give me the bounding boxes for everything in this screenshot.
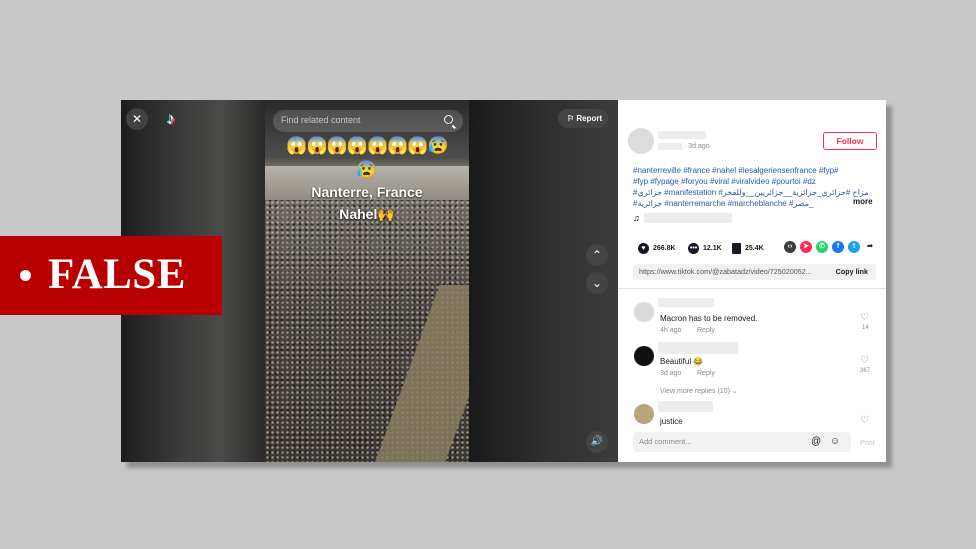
report-button[interactable]: ⚐ Report xyxy=(558,109,608,128)
more-link[interactable]: more xyxy=(853,197,873,206)
view-more-replies-link[interactable]: View more replies (10) ⌄ xyxy=(660,387,738,395)
search-placeholder: Find related content xyxy=(281,115,361,125)
reply-button[interactable]: Reply xyxy=(697,327,715,334)
volume-icon: 🔊 xyxy=(590,436,604,447)
comment-stat[interactable]: ••• 12.1K xyxy=(688,243,722,254)
comment-heart-icon[interactable]: ♡ xyxy=(860,355,869,366)
report-label: Report xyxy=(576,114,603,123)
emoji-icon[interactable]: ☺ xyxy=(830,432,840,452)
comment-author-redacted[interactable] xyxy=(658,342,738,354)
author-name-redacted[interactable] xyxy=(658,131,706,139)
bookmark-icon xyxy=(732,243,741,254)
comment-icon: ••• xyxy=(688,243,699,254)
reply-button[interactable]: Reply xyxy=(697,370,715,377)
false-label: FALSE xyxy=(48,251,186,298)
like-stat[interactable]: ♥ 266.8K xyxy=(638,243,676,254)
video-link-field[interactable]: https://www.tiktok.com/@zabatadz/video/7… xyxy=(633,264,876,280)
author-handle-redacted xyxy=(658,143,682,150)
comment-avatar[interactable] xyxy=(634,404,654,424)
hashtags-line-4[interactable]: #جزائرية #nanterremarche #marcheblanche … xyxy=(633,198,848,209)
author-avatar[interactable] xyxy=(628,128,654,154)
video-link: https://www.tiktok.com/@zabatadz/video/7… xyxy=(639,267,812,276)
comment-placeholder: Add comment... xyxy=(639,437,692,446)
comment-time: 3d ago xyxy=(660,370,682,377)
details-panel: · 3d ago Follow #nanterreville #france #… xyxy=(618,100,886,462)
comment-avatar[interactable] xyxy=(634,302,654,322)
heart-icon: ♥ xyxy=(638,243,649,254)
comment-time: 4h ago xyxy=(660,327,682,334)
search-input[interactable]: Find related content xyxy=(273,110,463,132)
twitter-icon[interactable]: t xyxy=(848,241,860,253)
hashtags-line-1[interactable]: #nanterreville #france #nahel #lesalgeri… xyxy=(633,165,873,176)
post-button[interactable]: Post xyxy=(860,438,875,447)
comment-input[interactable]: Add comment... @ ☺ xyxy=(633,432,851,452)
copy-link-button[interactable]: Copy link xyxy=(836,264,868,280)
next-video-button[interactable]: ⌄ xyxy=(586,272,608,294)
chevron-down-icon: ⌄ xyxy=(591,276,603,290)
send-icon[interactable]: ➤ xyxy=(800,241,812,253)
embed-icon[interactable]: ‹› xyxy=(784,241,796,253)
comment-like-count: 367 xyxy=(860,368,871,374)
facebook-icon[interactable]: f xyxy=(832,241,844,253)
search-icon[interactable] xyxy=(444,115,453,124)
save-count: 25.4K xyxy=(745,245,764,252)
video-emoji-overlay-2: 😰 xyxy=(356,160,378,179)
video-caption-location: Nanterre, France xyxy=(311,184,423,200)
mention-icon[interactable]: @ xyxy=(811,432,821,452)
sound-name-redacted[interactable] xyxy=(644,213,732,223)
save-stat[interactable]: 25.4K xyxy=(732,243,764,254)
volume-button[interactable]: 🔊 xyxy=(586,431,608,453)
share-arrow-icon[interactable]: ➦ xyxy=(864,241,876,253)
flag-icon: ⚐ xyxy=(567,114,575,123)
tiktok-logo-icon[interactable]: ♪ xyxy=(160,109,182,131)
video-emoji-overlay: 😱😱😱😱😱😱😱😰 xyxy=(286,136,448,155)
comment-author-redacted[interactable] xyxy=(658,401,713,412)
hashtags-line-2[interactable]: #fyp #fypage #foryou #viral #viralvideo … xyxy=(633,176,873,187)
comment-heart-icon[interactable]: ♡ xyxy=(860,415,869,426)
like-count: 266.8K xyxy=(653,245,676,252)
fact-check-false-stamp: FALSE xyxy=(0,236,222,315)
whatsapp-icon[interactable]: ✆ xyxy=(816,241,828,253)
comment-heart-icon[interactable]: ♡ xyxy=(860,312,869,323)
hashtags-line-3[interactable]: #جزائري #manifestation #مزاح #جزائري_جزا… xyxy=(633,187,873,198)
video-caption-name: Nahel🙌 xyxy=(339,206,395,222)
tiktok-screenshot: 😱😱😱😱😱😱😱😰 😰 Nanterre, France Nahel🙌 Find … xyxy=(121,100,886,462)
music-note-icon: ♫ xyxy=(633,213,640,223)
close-icon: ✕ xyxy=(131,112,143,126)
comment-text: Beautiful 😂 xyxy=(660,357,704,366)
comment-avatar[interactable] xyxy=(634,346,654,366)
comment-count: 12.1K xyxy=(703,245,722,252)
comment-like-count: 14 xyxy=(862,325,869,331)
follow-button[interactable]: Follow xyxy=(823,132,877,150)
comment-author-redacted[interactable] xyxy=(658,298,714,307)
post-time: · 3d ago xyxy=(684,143,710,150)
comment-text: justice xyxy=(660,417,683,426)
comment-text: Macron has to be removed. xyxy=(660,314,758,323)
divider xyxy=(618,288,886,289)
previous-video-button[interactable]: ⌃ xyxy=(586,244,608,266)
chevron-up-icon: ⌃ xyxy=(591,248,603,262)
close-button[interactable]: ✕ xyxy=(126,108,148,130)
bullet-icon xyxy=(20,270,31,281)
